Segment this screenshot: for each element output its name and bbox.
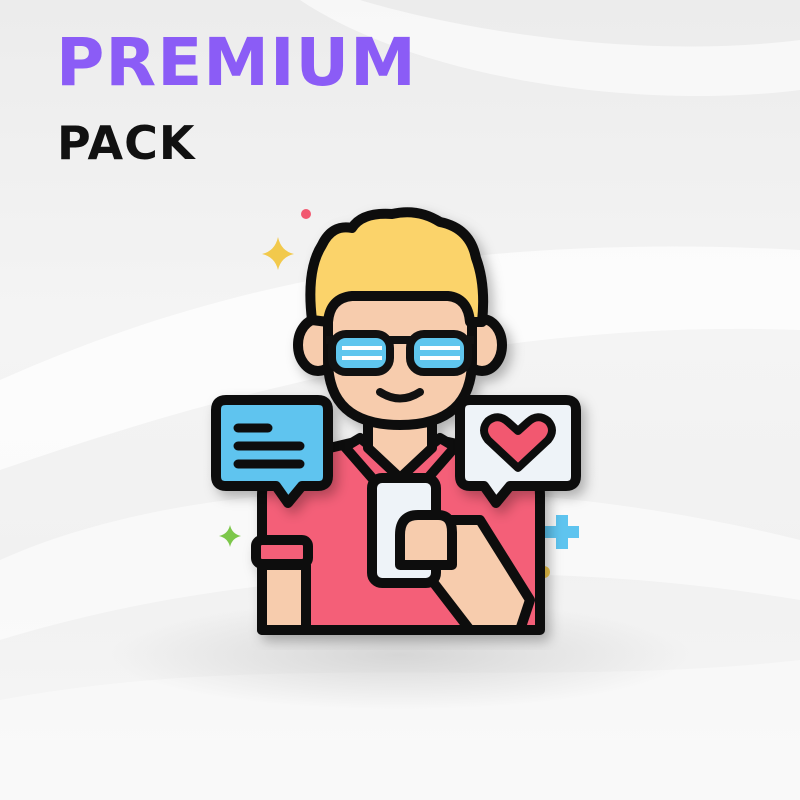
chat-bubble-icon: [211, 395, 333, 508]
hand: [395, 510, 457, 570]
dot-icon: [301, 209, 311, 219]
left-arm: [257, 560, 311, 635]
person-using-phone-illustration: [211, 207, 581, 635]
pack-subtitle: PACK: [57, 116, 196, 170]
heart-bubble-icon: [455, 395, 581, 508]
pack-title: PREMIUM: [56, 24, 417, 101]
plus-icon: [545, 515, 579, 549]
green-sparkle-icon: [219, 525, 241, 547]
sparkle-icon: [262, 237, 294, 270]
product-card: PREMIUM PACK: [0, 0, 800, 800]
